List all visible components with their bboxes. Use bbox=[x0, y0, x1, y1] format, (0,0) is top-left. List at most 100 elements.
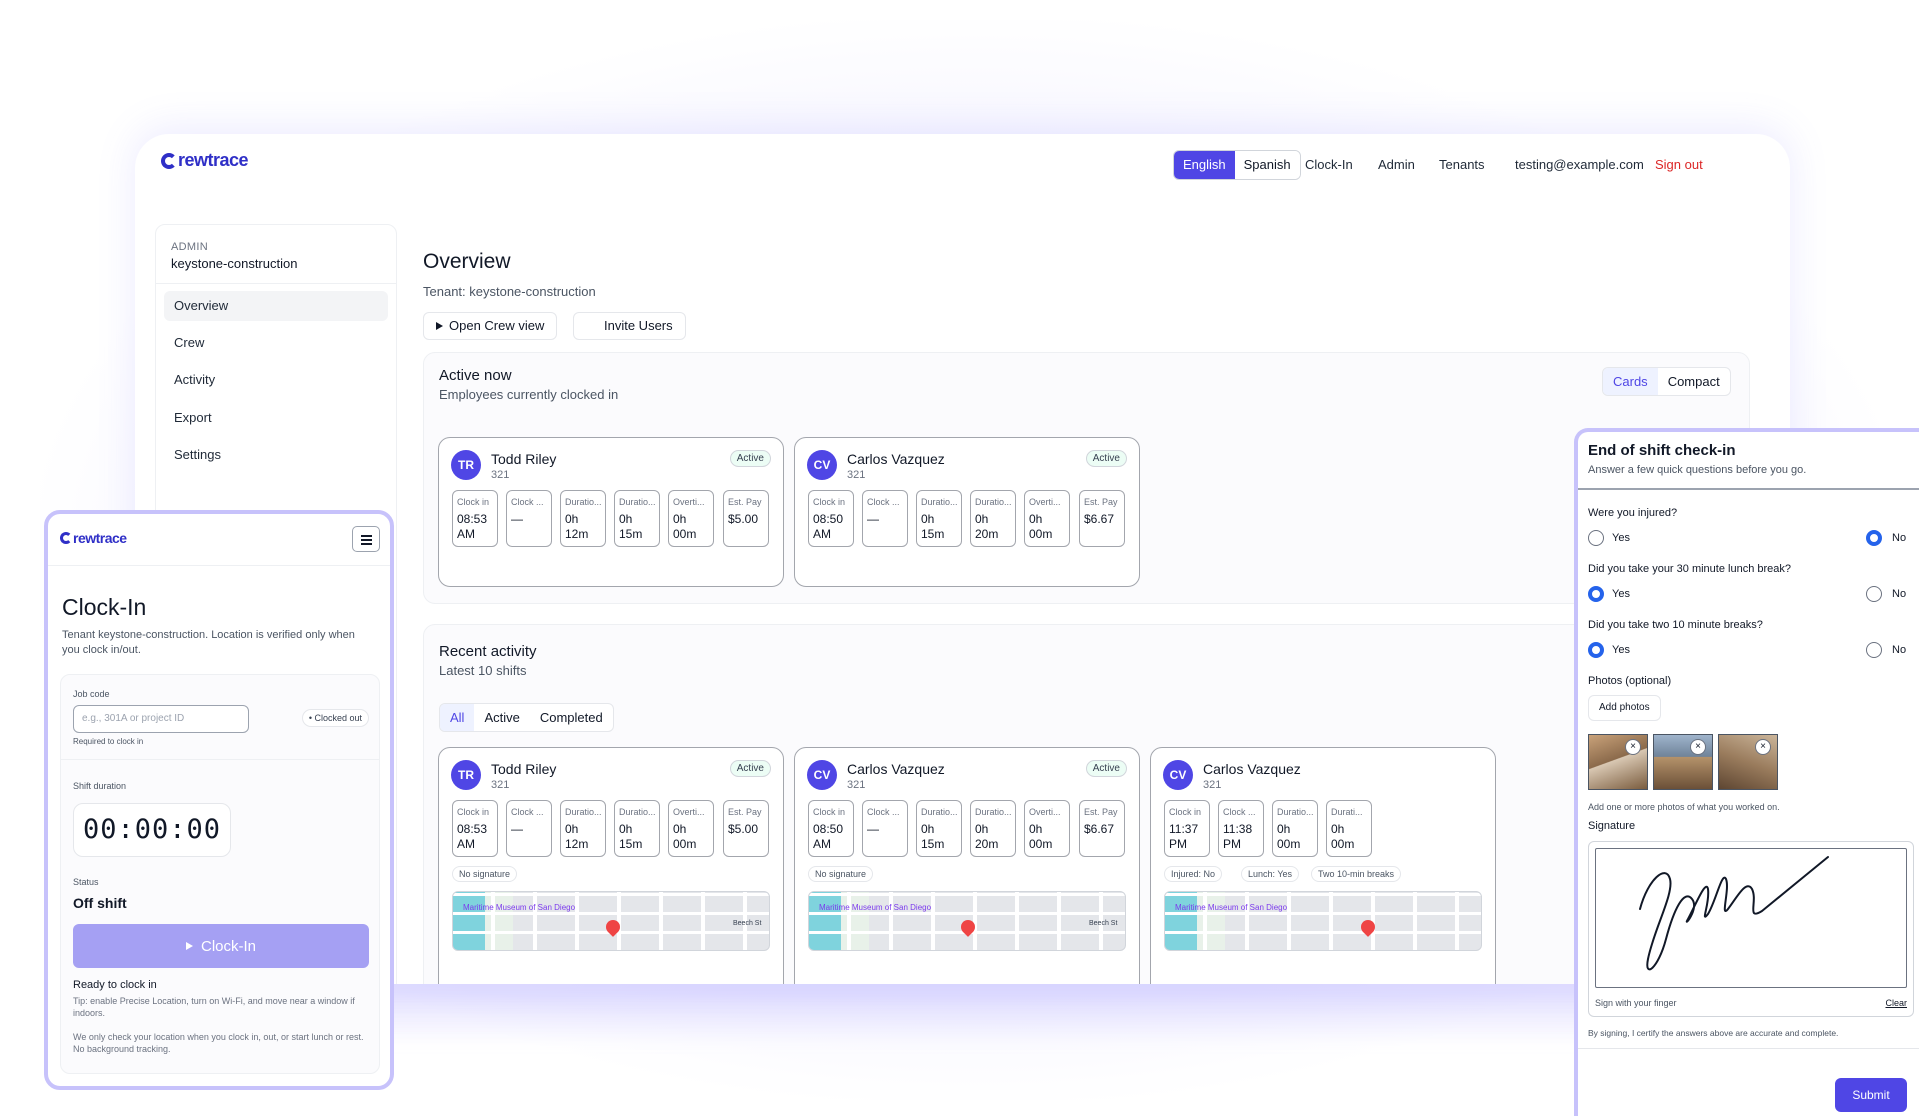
stat-value: 11:38 PM bbox=[1223, 822, 1253, 851]
stat-box: Clock ... — bbox=[862, 490, 908, 547]
stat-value: — bbox=[511, 822, 523, 836]
status-badge: Active bbox=[1085, 760, 1127, 777]
active-worker-card[interactable]: CV Carlos Vazquez 321 Active Clock in 08:… bbox=[794, 437, 1140, 587]
lang-spanish-button[interactable]: Spanish bbox=[1234, 151, 1300, 179]
clock-in-button-label: Clock-In bbox=[200, 937, 256, 955]
stat-label: Duratio... bbox=[619, 807, 656, 817]
menu-button[interactable] bbox=[352, 526, 380, 552]
stat-label: Clock ... bbox=[867, 807, 900, 817]
filter-completed-option[interactable]: Completed bbox=[530, 704, 613, 731]
signature-canvas[interactable] bbox=[1595, 848, 1907, 988]
submit-button[interactable]: Submit bbox=[1835, 1078, 1907, 1112]
stat-label: Duratio... bbox=[921, 807, 958, 817]
location-map[interactable]: Maritime Museum of San Diego Beech St bbox=[452, 891, 770, 951]
stat-label: Durati... bbox=[1331, 807, 1363, 817]
sidebar-divider bbox=[156, 283, 396, 284]
clear-signature-link[interactable]: Clear bbox=[1885, 998, 1907, 1008]
activity-card[interactable]: CV Carlos Vazquez 321 Active Clock in 08:… bbox=[794, 747, 1140, 984]
clock-in-button[interactable]: Clock-In bbox=[73, 924, 369, 968]
stat-box: Est. Pay $6.67 bbox=[1079, 490, 1125, 547]
photo-thumbnail[interactable]: × bbox=[1588, 734, 1648, 790]
location-map[interactable]: Maritime Museum of San Diego Beech St bbox=[808, 891, 1126, 951]
activity-card[interactable]: CV Carlos Vazquez 321 Clock in 11:37 PM C… bbox=[1150, 747, 1496, 984]
sidebar-item-overview[interactable]: Overview bbox=[164, 291, 388, 321]
nav-admin-link[interactable]: Admin bbox=[1378, 157, 1415, 172]
page-tenant: Tenant: keystone-construction bbox=[423, 284, 596, 299]
lang-english-button[interactable]: English bbox=[1174, 151, 1235, 179]
active-worker-card[interactable]: TR Todd Riley 321 Active Clock in 08:53 A… bbox=[438, 437, 784, 587]
sidebar-item-crew[interactable]: Crew bbox=[164, 328, 388, 358]
sidebar-item-settings[interactable]: Settings bbox=[164, 440, 388, 470]
radio-label: No bbox=[1892, 588, 1907, 600]
worker-name: Todd Riley bbox=[491, 761, 557, 777]
stat-box: Duratio... 0h 20m bbox=[970, 490, 1016, 547]
signature-chip: No signature bbox=[808, 866, 874, 882]
view-compact-option[interactable]: Compact bbox=[1658, 368, 1730, 395]
logo-mark-icon bbox=[161, 152, 177, 169]
divider bbox=[61, 759, 379, 760]
remove-photo-icon[interactable]: × bbox=[1625, 739, 1641, 755]
job-code-input[interactable]: e.g., 301A or project ID bbox=[73, 705, 249, 733]
remove-photo-icon[interactable]: × bbox=[1690, 739, 1706, 755]
avatar: CV bbox=[807, 450, 837, 480]
question-lunch: Did you take your 30 minute lunch break? bbox=[1588, 563, 1792, 575]
stat-box: Clock in 08:53 AM bbox=[452, 490, 498, 547]
radio-label: No bbox=[1892, 532, 1907, 544]
nav-tenants-link[interactable]: Tenants bbox=[1439, 157, 1485, 172]
stat-value: — bbox=[867, 512, 879, 526]
nav-clock-in-link[interactable]: Clock-In bbox=[1305, 157, 1353, 172]
filter-active-option[interactable]: Active bbox=[474, 704, 529, 731]
signature-chip: No signature bbox=[452, 866, 518, 882]
eos-title: End of shift check-in bbox=[1588, 442, 1736, 459]
brand-name: rewtrace bbox=[178, 150, 249, 170]
photos-help: Add one or more photos of what you worke… bbox=[1588, 802, 1780, 812]
stat-box: Duratio... 0h 12m bbox=[560, 800, 606, 857]
stat-box: Duratio... 0h 15m bbox=[916, 800, 962, 857]
active-now-title: Active now bbox=[439, 367, 512, 384]
injured-yes-radio[interactable] bbox=[1588, 530, 1604, 546]
breaks-no-radio[interactable] bbox=[1866, 642, 1882, 658]
injured-no-radio[interactable] bbox=[1866, 530, 1882, 546]
sidebar-item-activity[interactable]: Activity bbox=[164, 365, 388, 395]
clock-in-card: Job code e.g., 301A or project ID • Cloc… bbox=[60, 674, 380, 1074]
signature-drawing bbox=[1639, 856, 1829, 971]
add-photos-button[interactable]: Add photos bbox=[1588, 695, 1661, 721]
stat-box: Clock in 11:37 PM bbox=[1164, 800, 1210, 857]
shift-duration-label: Shift duration bbox=[73, 781, 127, 791]
brand-logo[interactable]: rewtrace bbox=[161, 150, 249, 171]
view-cards-option[interactable]: Cards bbox=[1603, 368, 1658, 395]
sign-out-link[interactable]: Sign out bbox=[1655, 157, 1703, 172]
radio-label: Yes bbox=[1612, 644, 1630, 656]
breaks-yes-radio[interactable] bbox=[1588, 642, 1604, 658]
invite-users-button[interactable]: Invite Users bbox=[573, 312, 686, 340]
remove-photo-icon[interactable]: × bbox=[1755, 739, 1771, 755]
stat-value: 0h 20m bbox=[975, 822, 999, 851]
stat-box: Overti... 0h 00m bbox=[668, 490, 714, 547]
brand-logo[interactable]: rewtrace bbox=[60, 530, 127, 546]
job-code-label: Job code bbox=[73, 689, 110, 699]
stat-value: $5.00 bbox=[728, 512, 759, 526]
activity-card[interactable]: TR Todd Riley 321 Active Clock in 08:53 A… bbox=[438, 747, 784, 984]
stat-value: $6.67 bbox=[1084, 822, 1115, 836]
map-street-label: Beech St bbox=[733, 920, 762, 927]
filter-all-option[interactable]: All bbox=[440, 704, 475, 731]
sidebar-item-export[interactable]: Export bbox=[164, 403, 388, 433]
active-now-panel: Active now Employees currently clocked i… bbox=[423, 352, 1750, 604]
stat-label: Clock ... bbox=[867, 497, 900, 507]
user-email: testing@example.com bbox=[1515, 157, 1644, 172]
stat-label: Est. Pay bbox=[728, 497, 762, 507]
lunch-no-radio[interactable] bbox=[1866, 586, 1882, 602]
breaks-chip: Two 10-min breaks bbox=[1311, 866, 1402, 882]
privacy-note: We only check your location when you clo… bbox=[73, 1032, 364, 1054]
view-toggle: Cards Compact bbox=[1602, 367, 1731, 396]
stat-value: 08:53 AM bbox=[457, 822, 488, 851]
lunch-yes-radio[interactable] bbox=[1588, 586, 1604, 602]
open-crew-view-button[interactable]: Open Crew view bbox=[423, 312, 558, 340]
stat-value: 08:53 AM bbox=[457, 512, 488, 541]
map-pin-icon bbox=[1358, 917, 1378, 937]
photo-thumbnail[interactable]: × bbox=[1653, 734, 1713, 790]
stat-value: 0h 12m bbox=[565, 822, 589, 851]
location-map[interactable]: Maritime Museum of San Diego bbox=[1164, 891, 1482, 951]
stat-value: 0h 15m bbox=[921, 822, 945, 851]
photo-thumbnail[interactable]: × bbox=[1718, 734, 1778, 790]
